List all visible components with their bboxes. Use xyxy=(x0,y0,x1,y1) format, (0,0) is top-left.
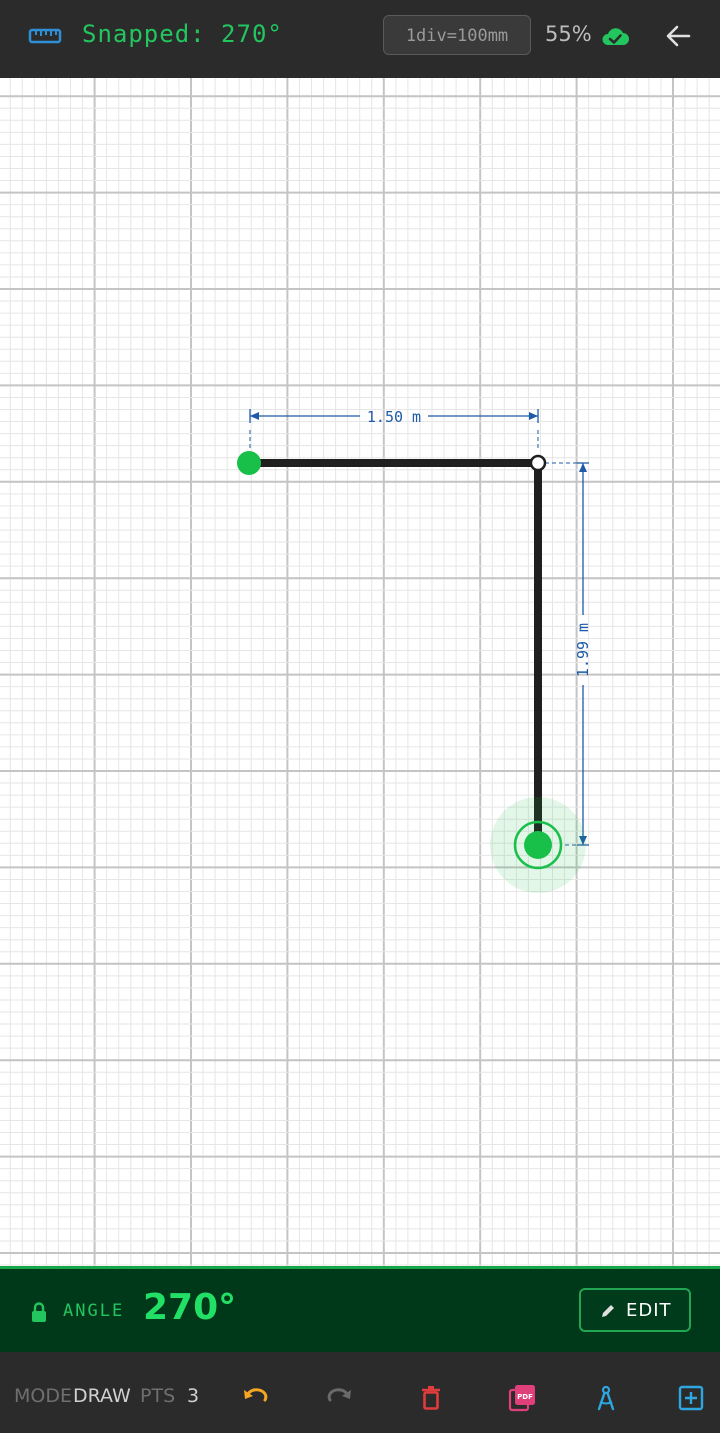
svg-text:PDF: PDF xyxy=(517,1393,533,1401)
drawing-canvas[interactable]: 1.50 m 1.99 m xyxy=(0,78,720,1266)
compass-icon[interactable] xyxy=(592,1384,620,1412)
zoom-level: 55% xyxy=(545,22,592,46)
angle-label: ANGLE xyxy=(63,1301,125,1321)
horizontal-dimension-label: 1.50 m xyxy=(367,408,421,426)
trash-icon[interactable] xyxy=(417,1384,445,1412)
horizontal-dimension: 1.50 m xyxy=(249,408,539,450)
vertical-dimension-label: 1.99 m xyxy=(574,623,592,677)
add-box-icon[interactable] xyxy=(677,1384,705,1412)
active-point[interactable] xyxy=(524,831,552,859)
wall-polyline[interactable] xyxy=(250,459,542,845)
vertical-dimension: 1.99 m xyxy=(545,462,592,846)
lock-icon xyxy=(32,1302,46,1322)
pencil-icon xyxy=(602,1305,614,1317)
undo-icon[interactable] xyxy=(241,1384,269,1412)
angle-panel: ANGLE 270° EDIT xyxy=(0,1266,720,1352)
bottom-toolbar: MODE DRAW PTS 3 PDF xyxy=(0,1352,720,1433)
drawing-layer: 1.50 m 1.99 m xyxy=(237,408,592,893)
scale-selector[interactable]: 1div=100mm xyxy=(383,15,531,55)
edit-button-label: EDIT xyxy=(626,1300,672,1321)
points-count: 3 xyxy=(187,1385,200,1407)
corner-point[interactable] xyxy=(529,454,547,472)
top-bar: Snapped: 270° 1div=100mm 55% xyxy=(0,0,720,78)
mode-label: MODE xyxy=(14,1385,72,1407)
edit-button[interactable]: EDIT xyxy=(579,1288,691,1332)
start-point[interactable] xyxy=(237,451,261,475)
mode-value[interactable]: DRAW xyxy=(73,1385,131,1407)
points-label: PTS xyxy=(140,1385,176,1407)
cloud-check-icon[interactable] xyxy=(600,24,630,48)
ruler-icon[interactable] xyxy=(28,25,62,47)
redo-icon[interactable] xyxy=(326,1384,354,1412)
snap-status: Snapped: 270° xyxy=(82,20,283,48)
pdf-icon[interactable]: PDF xyxy=(508,1384,536,1412)
arrow-left-icon[interactable] xyxy=(664,22,692,50)
angle-value: 270° xyxy=(143,1287,237,1328)
